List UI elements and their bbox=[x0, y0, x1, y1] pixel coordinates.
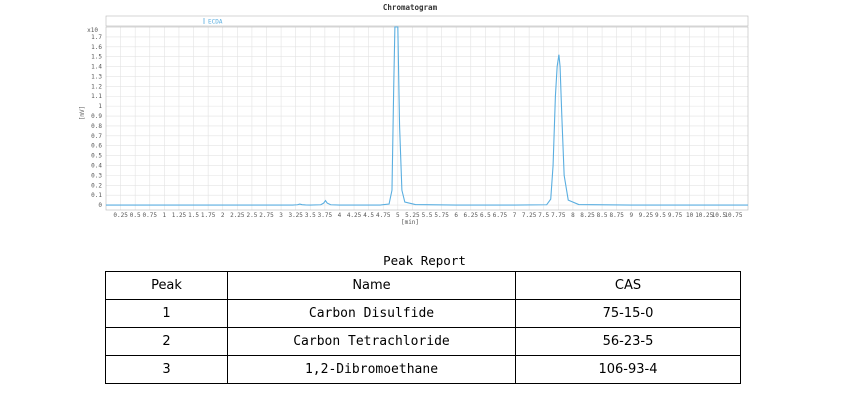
x-tick-label: 2 bbox=[221, 212, 225, 219]
cas-number: 56-23-5 bbox=[515, 327, 741, 356]
x-tick-label: 8 bbox=[571, 212, 575, 219]
x-tick-label: 4.75 bbox=[376, 212, 391, 219]
x-tick-label: 3.25 bbox=[288, 212, 303, 219]
peak-report-table: Peak Name CAS 1 Carbon Disulfide 75-15-0… bbox=[105, 271, 741, 384]
x-tick-label: 4 bbox=[338, 212, 342, 219]
x-tick-label: 8.75 bbox=[609, 212, 624, 219]
x-tick-label: 7 bbox=[513, 212, 517, 219]
y-tick-label: 1.3 bbox=[91, 73, 102, 80]
x-tick-label: 9.5 bbox=[655, 212, 666, 219]
chart-title: Chromatogram bbox=[383, 3, 438, 12]
compound-name: 1,2-Dibromoethane bbox=[227, 355, 516, 384]
y-tick-label: 0.6 bbox=[91, 143, 102, 150]
x-tick-label: 3 bbox=[279, 212, 283, 219]
x-tick-labels: 0.25 0.5 0.75 1 1.25 1.5 1.75 2 2.25 2.5 2.75 3 3.25… bbox=[113, 212, 742, 219]
legend-box bbox=[105, 15, 749, 27]
x-tick-label: 5.75 bbox=[434, 212, 449, 219]
legend-label: ECDA bbox=[208, 19, 223, 26]
x-tick-label: 6.25 bbox=[464, 212, 479, 219]
x-tick-label: 2.75 bbox=[259, 212, 274, 219]
y-tick-label: 0.2 bbox=[91, 182, 102, 189]
y-tick-label: 1.5 bbox=[91, 54, 102, 61]
y-tick-label: 0.7 bbox=[91, 133, 102, 140]
x-tick-label: 9.25 bbox=[639, 212, 654, 219]
x-tick-label: 0.75 bbox=[143, 212, 158, 219]
peak-number: 3 bbox=[105, 355, 228, 384]
grid bbox=[106, 27, 748, 210]
x-tick-label: 9 bbox=[629, 212, 633, 219]
x-tick-label: 0.25 bbox=[113, 212, 128, 219]
x-tick-label: 5 bbox=[396, 212, 400, 219]
y-tick-label: 0.5 bbox=[91, 153, 102, 160]
peak-report-title: Peak Report bbox=[383, 253, 466, 268]
x-tick-label: 5.25 bbox=[405, 212, 420, 219]
x-tick-label: 10.75 bbox=[724, 212, 742, 219]
chart-svg: Chromatogram ECDA x10 [mV] [min] 00.10.2… bbox=[79, 3, 749, 226]
y-tick-label: 1.6 bbox=[91, 44, 102, 51]
table-header-row: Peak Name CAS bbox=[105, 271, 741, 300]
x-tick-label: 7.75 bbox=[551, 212, 566, 219]
x-tick-label: 2.5 bbox=[246, 212, 257, 219]
x-tick-label: 3.5 bbox=[305, 212, 316, 219]
x-tick-label: 8.25 bbox=[580, 212, 595, 219]
x-tick-label: 1 bbox=[163, 212, 167, 219]
y-tick-label: 1.2 bbox=[91, 83, 102, 90]
x-tick-label: 4.5 bbox=[363, 212, 374, 219]
x-tick-label: 6.75 bbox=[493, 212, 508, 219]
x-tick-label: 7.5 bbox=[538, 212, 549, 219]
y-tick-label: 0 bbox=[98, 202, 102, 209]
peak-number: 1 bbox=[105, 299, 228, 328]
x-tick-label: 1.75 bbox=[201, 212, 216, 219]
header-cas: CAS bbox=[515, 271, 741, 300]
y-tick-label: 1.7 bbox=[91, 34, 102, 41]
y-tick-label: 0.1 bbox=[91, 192, 102, 199]
y-axis-label: [mV] bbox=[79, 106, 86, 120]
y-tick-label: 1.1 bbox=[91, 93, 102, 100]
x-axis-label: [min] bbox=[401, 219, 419, 226]
y-tick-label: 0.9 bbox=[91, 113, 102, 120]
x-tick-label: 4.25 bbox=[347, 212, 362, 219]
y-tick-label: 1 bbox=[98, 103, 102, 110]
x-tick-label: 3.75 bbox=[318, 212, 333, 219]
table-row: 1 Carbon Disulfide 75-15-0 bbox=[105, 299, 741, 328]
cas-number: 75-15-0 bbox=[515, 299, 741, 328]
y-tick-label: 1.4 bbox=[91, 64, 102, 71]
chromatogram-chart: Chromatogram ECDA x10 [mV] [min] 0 0.1 0.2… bbox=[0, 0, 849, 232]
x-tick-label: 2.25 bbox=[230, 212, 245, 219]
y-tick-label: 0.4 bbox=[91, 162, 102, 169]
y-tick-labels: 0 0.1 0.2 0.3 0.4 0.5 0.6 0.7 0.8 0.9 1 1.1 1.2 1.3 1.… bbox=[91, 34, 102, 209]
table-row: 3 1,2-Dibromoethane 106-93-4 bbox=[105, 355, 741, 384]
x-tick-label: 5.5 bbox=[422, 212, 433, 219]
x-tick-label: 6 bbox=[454, 212, 458, 219]
y-tick-label: 0.3 bbox=[91, 172, 102, 179]
x-tick-label: 7.25 bbox=[522, 212, 537, 219]
header-name: Name bbox=[227, 271, 516, 300]
y-tick-label: 0.8 bbox=[91, 123, 102, 130]
cas-number: 106-93-4 bbox=[515, 355, 741, 384]
compound-name: Carbon Disulfide bbox=[227, 299, 516, 328]
peak-number: 2 bbox=[105, 327, 228, 356]
x-tick-label: 6.5 bbox=[480, 212, 491, 219]
x-tick-label: 1.25 bbox=[172, 212, 187, 219]
table-row: 2 Carbon Tetrachloride 56-23-5 bbox=[105, 327, 741, 356]
x-tick-label: 8.5 bbox=[597, 212, 608, 219]
x-tick-label: 0.5 bbox=[130, 212, 141, 219]
x-tick-label: 9.75 bbox=[668, 212, 683, 219]
header-peak: Peak bbox=[105, 271, 228, 300]
x-tick-label: 1.5 bbox=[188, 212, 199, 219]
compound-name: Carbon Tetrachloride bbox=[227, 327, 516, 356]
x-tick-label: 10 bbox=[686, 212, 694, 219]
